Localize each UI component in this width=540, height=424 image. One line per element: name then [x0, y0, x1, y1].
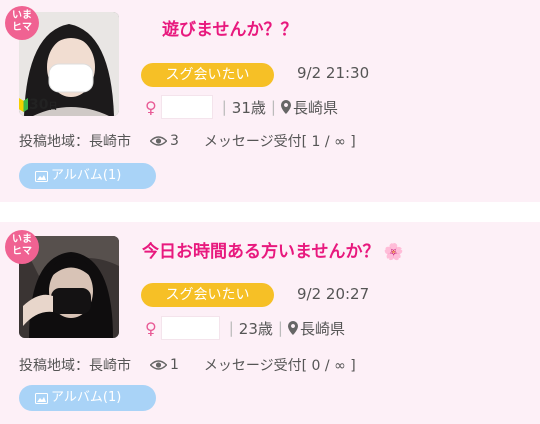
ima-hima-badge: いま ヒマ — [5, 230, 39, 264]
username-placeholder — [160, 95, 213, 119]
post-datetime: 9/2 20:27 — [297, 285, 370, 303]
user-age: 23歳 — [238, 319, 273, 338]
map-pin-icon — [287, 321, 298, 335]
view-count: 3 — [170, 133, 179, 149]
album-button[interactable]: アルバム(1) — [19, 385, 156, 411]
flower-icon: 🌸 — [383, 242, 404, 261]
female-icon: ♀ — [145, 318, 157, 338]
status-tag: スグ会いたい — [141, 283, 274, 307]
user-age: 31歳 — [231, 98, 266, 117]
status-tag: スグ会いたい — [141, 63, 274, 87]
post-card[interactable]: いま ヒマ 30日 遊びませんか？？ スグ会いたい 9/2 21:30 ♀ | 3… — [0, 0, 540, 202]
post-title[interactable]: 遊びませんか？？ — [162, 15, 298, 40]
eye-icon — [150, 136, 167, 146]
user-prefecture: 長崎県 — [299, 319, 345, 338]
user-info: ♀ | 23歳 | 長崎県 — [145, 316, 345, 340]
post-meta: 投稿地域：長崎市 1 メッセージ受付[ 0 / ∞ ] — [19, 355, 356, 375]
beginner-leaf-icon — [19, 98, 28, 112]
message-status: メッセージ受付[ 0 / ∞ ] — [203, 358, 356, 374]
album-label: アルバム(1) — [51, 390, 122, 405]
album-button[interactable]: アルバム(1) — [19, 163, 156, 189]
username-placeholder — [160, 316, 220, 340]
post-meta: 投稿地域：長崎市 3 メッセージ受付[ 1 / ∞ ] — [19, 131, 356, 151]
view-count: 1 — [170, 357, 179, 373]
post-datetime: 9/2 21:30 — [297, 64, 370, 82]
ima-hima-badge: いま ヒマ — [5, 6, 39, 40]
map-pin-icon — [280, 100, 291, 114]
beginner-days: 30 — [29, 97, 49, 113]
post-area: 投稿地域：長崎市 — [19, 134, 131, 150]
message-status: メッセージ受付[ 1 / ∞ ] — [203, 134, 356, 150]
beginner-badge: 30日 — [19, 95, 58, 115]
eye-icon — [150, 360, 167, 370]
user-prefecture: 長崎県 — [292, 98, 338, 117]
post-card[interactable]: いま ヒマ 今日お時間ある方いませんか？ 🌸 スグ会いたい 9/2 20:27 ♀ … — [0, 222, 540, 424]
image-icon — [35, 170, 48, 182]
female-icon: ♀ — [145, 97, 157, 117]
user-info: ♀ | 31歳 | 長崎県 — [145, 95, 338, 119]
image-icon — [35, 392, 48, 404]
album-label: アルバム(1) — [51, 168, 122, 183]
post-area: 投稿地域：長崎市 — [19, 358, 131, 374]
post-title[interactable]: 今日お時間ある方いませんか？ 🌸 — [142, 237, 403, 262]
